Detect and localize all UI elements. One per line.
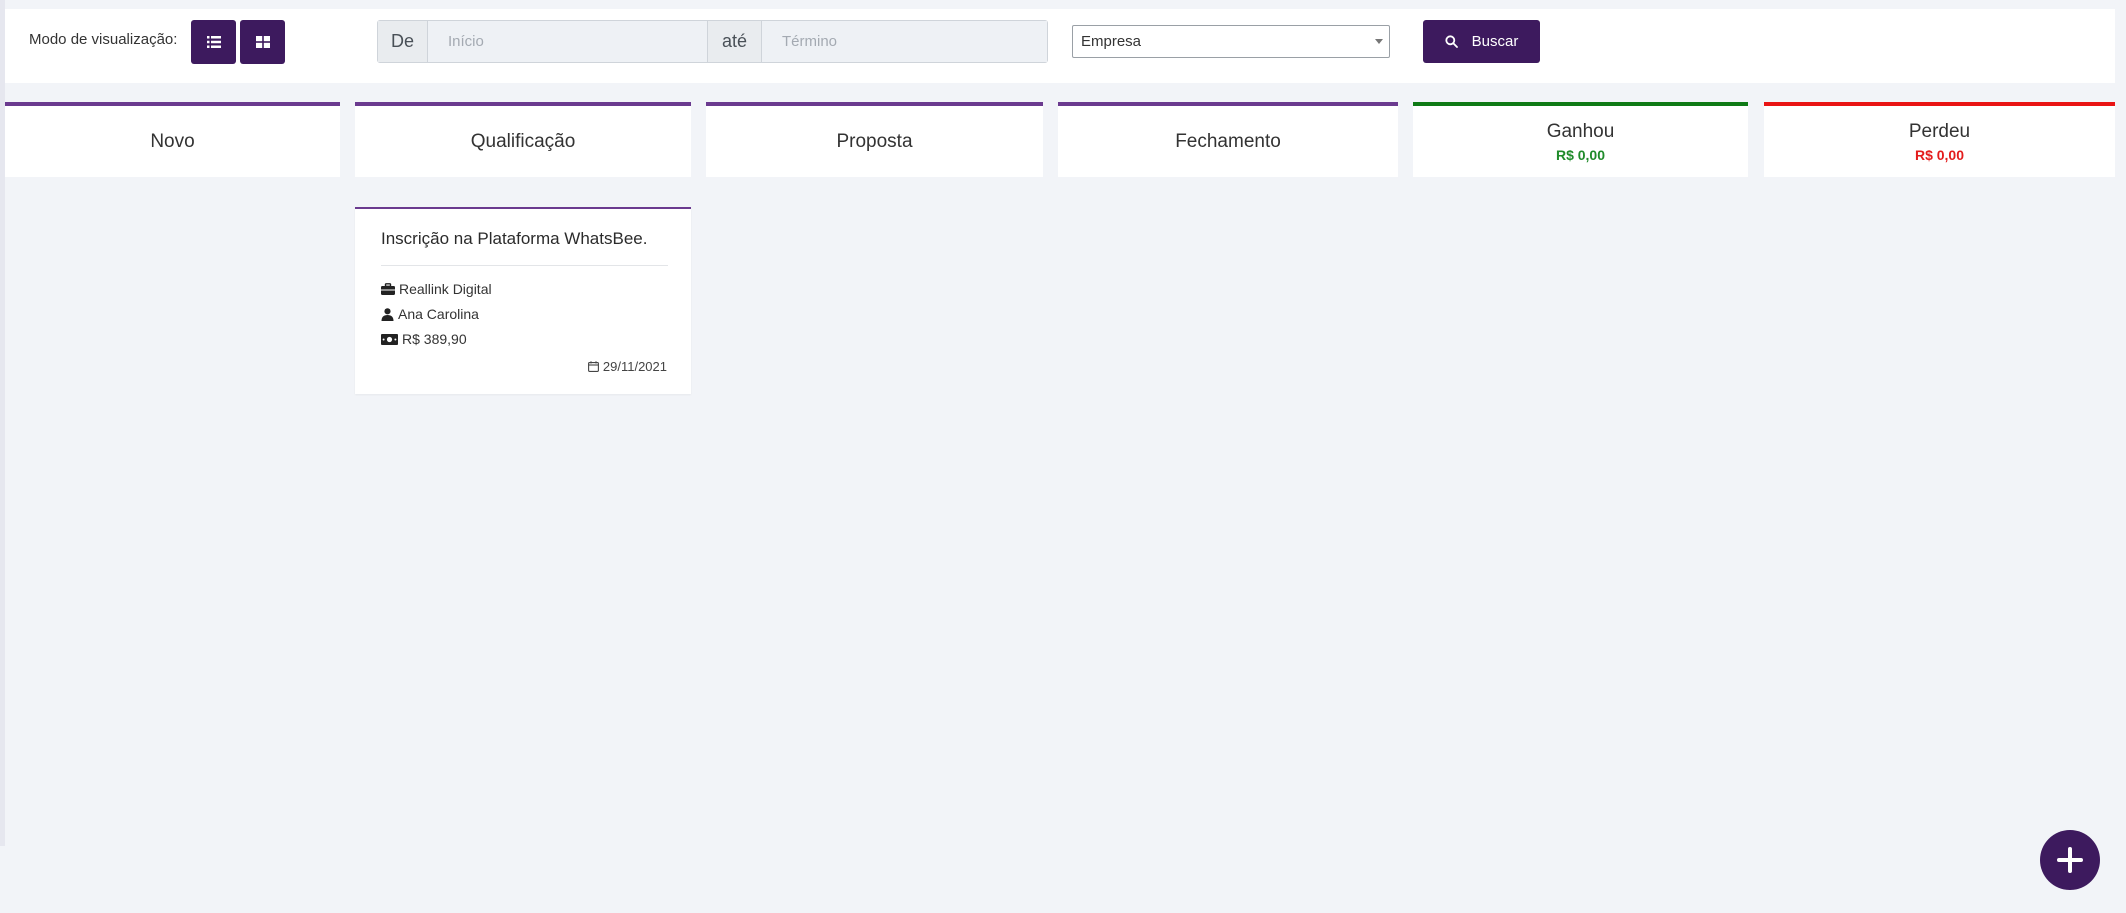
date-from-label: De (378, 21, 428, 62)
deal-value-amount: R$ 389,90 (402, 331, 467, 347)
date-range-group: De até (377, 20, 1048, 63)
bottom-band (0, 846, 2126, 913)
column-fechamento: Fechamento (1058, 102, 1398, 177)
list-view-button[interactable] (191, 20, 236, 64)
grid-view-button[interactable] (240, 20, 285, 64)
search-icon (1445, 35, 1458, 48)
column-title: Proposta (836, 130, 913, 152)
column-ganhou: Ganhou R$ 0,00 (1413, 102, 1748, 177)
column-title: Novo (150, 130, 195, 152)
filter-toolbar: Modo de visualização: De até Empresa (5, 9, 2115, 83)
column-title: Fechamento (1175, 130, 1281, 152)
deal-value: R$ 389,90 (381, 331, 467, 347)
view-mode-label: Modo de visualização: (29, 31, 178, 48)
column-perdeu: Perdeu R$ 0,00 (1764, 102, 2115, 177)
column-title: Ganhou (1546, 120, 1615, 142)
chevron-down-icon (1375, 39, 1383, 44)
deal-card-title: Inscrição na Plataforma WhatsBee. (381, 229, 648, 248)
user-icon (381, 307, 394, 321)
add-deal-button[interactable] (2040, 830, 2100, 890)
deal-contact-name: Ana Carolina (398, 306, 479, 322)
company-select-value: Empresa (1081, 33, 1142, 50)
date-to-label: até (707, 21, 762, 62)
calendar-icon (587, 361, 599, 372)
date-end-input[interactable] (762, 21, 1047, 62)
search-button[interactable]: Buscar (1423, 20, 1540, 63)
money-icon (381, 333, 398, 345)
deal-company-name: Reallink Digital (399, 281, 492, 297)
deal-date: 29/11/2021 (587, 359, 667, 374)
plus-icon (2057, 847, 2083, 873)
column-total-amount: R$ 0,00 (1555, 146, 1606, 163)
search-button-label: Buscar (1471, 33, 1519, 50)
deal-date-text: 29/11/2021 (602, 359, 667, 374)
column-proposta: Proposta (706, 102, 1043, 177)
column-title: Qualificação (470, 130, 576, 152)
list-icon (206, 36, 221, 48)
column-qualificacao: Qualificação (355, 102, 691, 177)
briefcase-icon (381, 283, 395, 295)
grid-icon (255, 36, 270, 48)
deal-contact: Ana Carolina (381, 306, 479, 322)
column-title: Perdeu (1908, 120, 1971, 142)
column-novo: Novo (5, 102, 340, 177)
column-total-amount: R$ 0,00 (1914, 146, 1965, 163)
deal-company: Reallink Digital (381, 281, 492, 297)
date-start-input[interactable] (428, 21, 707, 62)
deal-card[interactable]: Inscrição na Plataforma WhatsBee. Realli… (355, 207, 691, 394)
company-select[interactable]: Empresa (1072, 25, 1390, 58)
card-divider (381, 265, 668, 266)
